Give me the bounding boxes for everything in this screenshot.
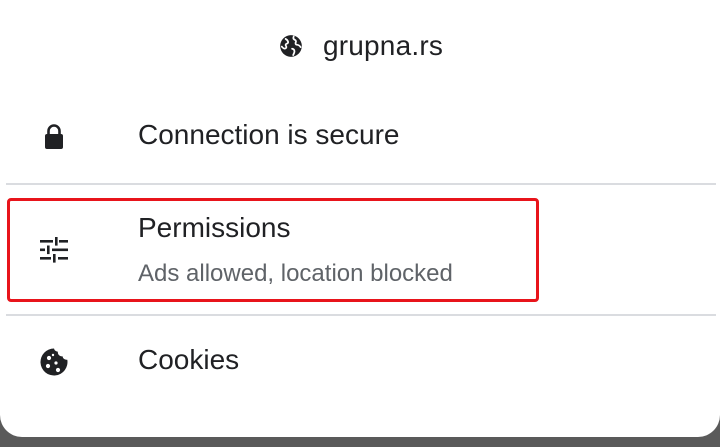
lock-icon bbox=[38, 121, 70, 153]
cookies-row[interactable]: Cookies bbox=[0, 320, 720, 405]
connection-row[interactable]: Connection is secure bbox=[0, 95, 720, 180]
page-info-sheet: grupna.rs Connection is secure Permissio… bbox=[0, 0, 720, 437]
permissions-subtitle: Ads allowed, location blocked bbox=[138, 260, 453, 287]
cookie-icon bbox=[38, 346, 70, 378]
permissions-row[interactable]: Permissions Ads allowed, location blocke… bbox=[0, 200, 720, 300]
globe-icon bbox=[277, 32, 305, 60]
site-header: grupna.rs bbox=[0, 20, 720, 72]
cookies-label: Cookies bbox=[138, 344, 240, 375]
site-domain: grupna.rs bbox=[322, 30, 444, 61]
permissions-title: Permissions bbox=[138, 212, 291, 243]
connection-status-label: Connection is secure bbox=[138, 119, 400, 150]
divider bbox=[6, 183, 716, 185]
divider bbox=[6, 314, 716, 316]
tune-icon bbox=[38, 234, 70, 266]
